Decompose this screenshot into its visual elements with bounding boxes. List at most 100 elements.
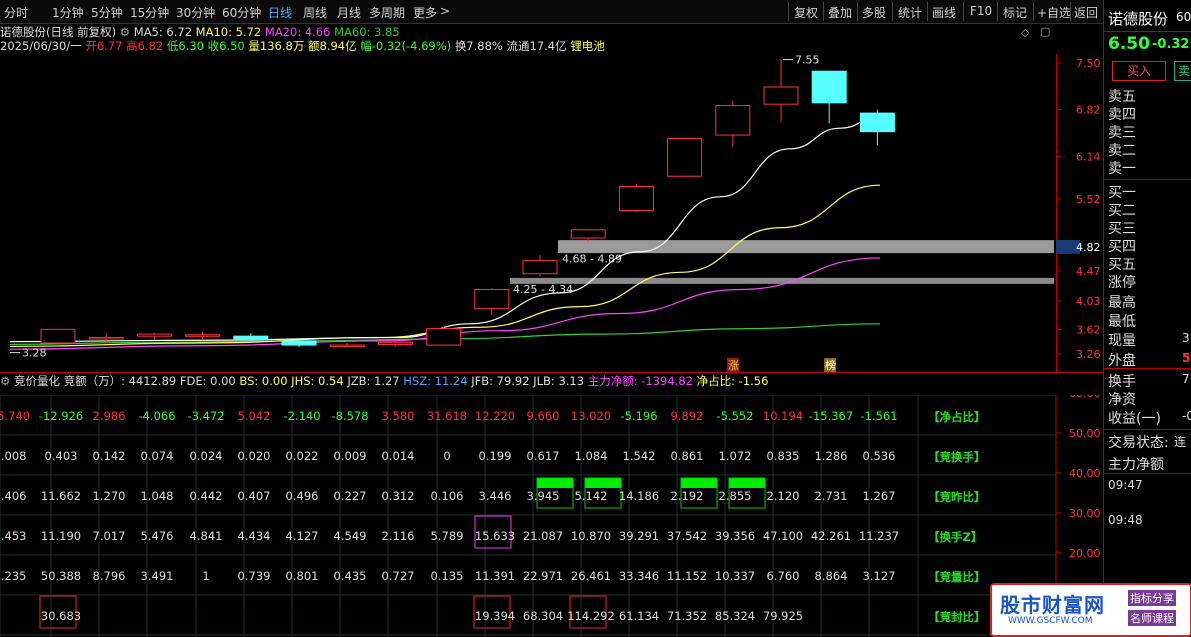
tab-30min[interactable]: 30分钟 xyxy=(176,4,215,21)
divider xyxy=(1070,2,1071,21)
price-axis: 7.50 6.82 6.14 5.52 4.82 4.47 4.03 3.62 3.26 xyxy=(1056,57,1101,361)
info-turnover: 换7.88% xyxy=(454,39,503,53)
indicator-settings-icon[interactable]: ⚙ xyxy=(0,374,10,388)
indicator-net-ratio: 净占比: -1.56 xyxy=(696,374,769,388)
grid-cell: 5.042 xyxy=(237,409,271,423)
watermark-url: WWW.GSCFW.COM xyxy=(1008,616,1093,626)
grid-cell: 14.186 xyxy=(618,489,660,503)
candle-body xyxy=(859,112,895,133)
ma5-label: MA5: 6.72 xyxy=(133,25,193,39)
grid-cell: 39.291 xyxy=(618,529,660,543)
tick-panel-title: 主力净额 xyxy=(1108,457,1164,473)
grid-cell: 35.740 xyxy=(0,409,31,423)
info-sector: 锂电池 xyxy=(570,39,605,53)
grid-row-label: 【竞昨比】 xyxy=(928,490,986,504)
add-watchlist-button[interactable]: +自选 xyxy=(1037,4,1071,21)
grid-row-label: 【竞换手】 xyxy=(928,450,986,464)
bid-level-label: 买五 xyxy=(1108,257,1136,273)
resistance-zone-upper xyxy=(558,240,1054,254)
order-book: 卖五 卖四 卖三 卖二 卖一 买一 买二 买三 买四 买五 xyxy=(1104,86,1191,276)
grid-cell: -12.926 xyxy=(38,409,84,423)
site-watermark: 股市财富网 WWW.GSCFW.COM 指标分享 名师课程 xyxy=(990,583,1191,637)
grid-cell: 4.841 xyxy=(189,529,223,543)
watermark-tag-courses: 名师课程 xyxy=(1128,610,1176,626)
grid-cell: 0.074 xyxy=(140,449,174,463)
divider xyxy=(997,2,998,21)
candle-body xyxy=(811,70,847,104)
tab-fenshi[interactable]: 分时 xyxy=(4,4,28,21)
stat-label: 涨停 xyxy=(1108,275,1136,291)
grid-row-label: 【竞量比】 xyxy=(928,570,986,584)
grid-cell: 0.407 xyxy=(237,489,271,503)
candle-body xyxy=(570,229,606,239)
ma-lines xyxy=(9,115,881,350)
fuquan-button[interactable]: 复权 xyxy=(794,4,818,21)
indicator-main-net: 主力净额: -1394.82 xyxy=(587,374,693,388)
high-marker: 7.55 xyxy=(795,54,820,67)
grid-cell: 1.270 xyxy=(92,489,126,503)
buy-button[interactable]: 买入 xyxy=(1112,61,1166,81)
divider xyxy=(963,2,964,21)
grid-cell: 11.391 xyxy=(474,569,516,583)
divider xyxy=(927,2,928,21)
tab-15min[interactable]: 15分钟 xyxy=(130,4,169,21)
tab-5min[interactable]: 5分钟 xyxy=(91,4,123,21)
grid-cell: 6.760 xyxy=(766,569,800,583)
grid-row-label: 【净占比】 xyxy=(928,410,986,424)
grid-cell: 11.152 xyxy=(666,569,708,583)
grid-cell: 1.072 xyxy=(718,449,752,463)
tab-daily[interactable]: 日线 xyxy=(268,4,292,21)
mark-button[interactable]: 标记 xyxy=(1003,4,1027,21)
tab-weekly[interactable]: 周线 xyxy=(303,4,327,21)
tab-multi-period[interactable]: 多周期 xyxy=(369,4,405,21)
grid-cell: 0.227 xyxy=(333,489,367,503)
window-icon[interactable]: ▢ xyxy=(1040,25,1050,38)
grid-cell: 47.100 xyxy=(762,529,804,543)
candle-body xyxy=(281,340,317,346)
tab-60min[interactable]: 60分钟 xyxy=(222,4,261,21)
grid-cell: 1.048 xyxy=(140,489,174,503)
tab-1min[interactable]: 1分钟 xyxy=(52,4,84,21)
price-change: -0.32 xyxy=(1152,37,1190,52)
grid-cell: 2.731 xyxy=(814,489,848,503)
grid-cell: 9.660 xyxy=(526,409,560,423)
grid-cell: 0.861 xyxy=(670,449,704,463)
grid-cell: 31.618 xyxy=(426,409,468,423)
grid-cell: 42.261 xyxy=(810,529,852,543)
axis-tick-label: 4.82 xyxy=(1076,241,1101,254)
kline-chart[interactable]: 7.50 6.82 6.14 5.52 4.82 4.47 4.03 3.62 3.26 4.6… xyxy=(0,54,1103,374)
info-low: 低6.30 xyxy=(166,39,204,53)
stats-button[interactable]: 统计 xyxy=(898,4,922,21)
grid-cell: -4.066 xyxy=(138,409,176,423)
grid-cell: 0.801 xyxy=(285,569,319,583)
overlay-button[interactable]: 叠加 xyxy=(828,4,852,21)
f10-button[interactable]: F10 xyxy=(970,4,992,18)
grid-cell: 0.739 xyxy=(237,569,271,583)
back-button[interactable]: 返回 xyxy=(1074,4,1098,21)
divider xyxy=(1104,429,1191,430)
grid-cell: 71.352 xyxy=(666,609,708,623)
indicator-fde: FDE: 0.00 xyxy=(179,374,236,388)
grid-cell: 11.190 xyxy=(40,529,82,543)
settings-icon[interactable]: ⚙ xyxy=(120,25,130,39)
tab-more[interactable]: 更多 xyxy=(413,4,437,21)
axis-tick-label: 3.62 xyxy=(1076,323,1101,336)
indicator-bs: BS: 0.00 xyxy=(239,374,288,388)
info-high: 高6.82 xyxy=(126,39,164,53)
sell-button[interactable]: 卖 xyxy=(1174,61,1191,81)
candle-body xyxy=(763,86,799,105)
multi-stock-button[interactable]: 多股 xyxy=(862,4,886,21)
tab-monthly[interactable]: 月线 xyxy=(337,4,361,21)
period-toolbar: 分时 1分钟 5分钟 15分钟 30分钟 60分钟 日线 周线 月线 多周期 更… xyxy=(0,0,1103,24)
grid-cell: 0.727 xyxy=(381,569,415,583)
info-volume: 量136.8万 xyxy=(248,39,305,53)
draw-line-button[interactable]: 画线 xyxy=(932,4,956,21)
diamond-icon[interactable]: ◇ xyxy=(1021,26,1029,39)
grid-cell: 0.024 xyxy=(189,449,223,463)
indicator-amount: 竞额（万）: 4412.89 xyxy=(63,374,177,388)
axis-tick-label: 3.26 xyxy=(1076,348,1101,361)
more-arrow-icon[interactable]: > xyxy=(440,4,450,18)
stat-label: 最高 xyxy=(1108,295,1136,311)
grid-cell: 2.192 xyxy=(670,489,704,503)
ma60-label: MA60: 3.85 xyxy=(334,25,400,39)
